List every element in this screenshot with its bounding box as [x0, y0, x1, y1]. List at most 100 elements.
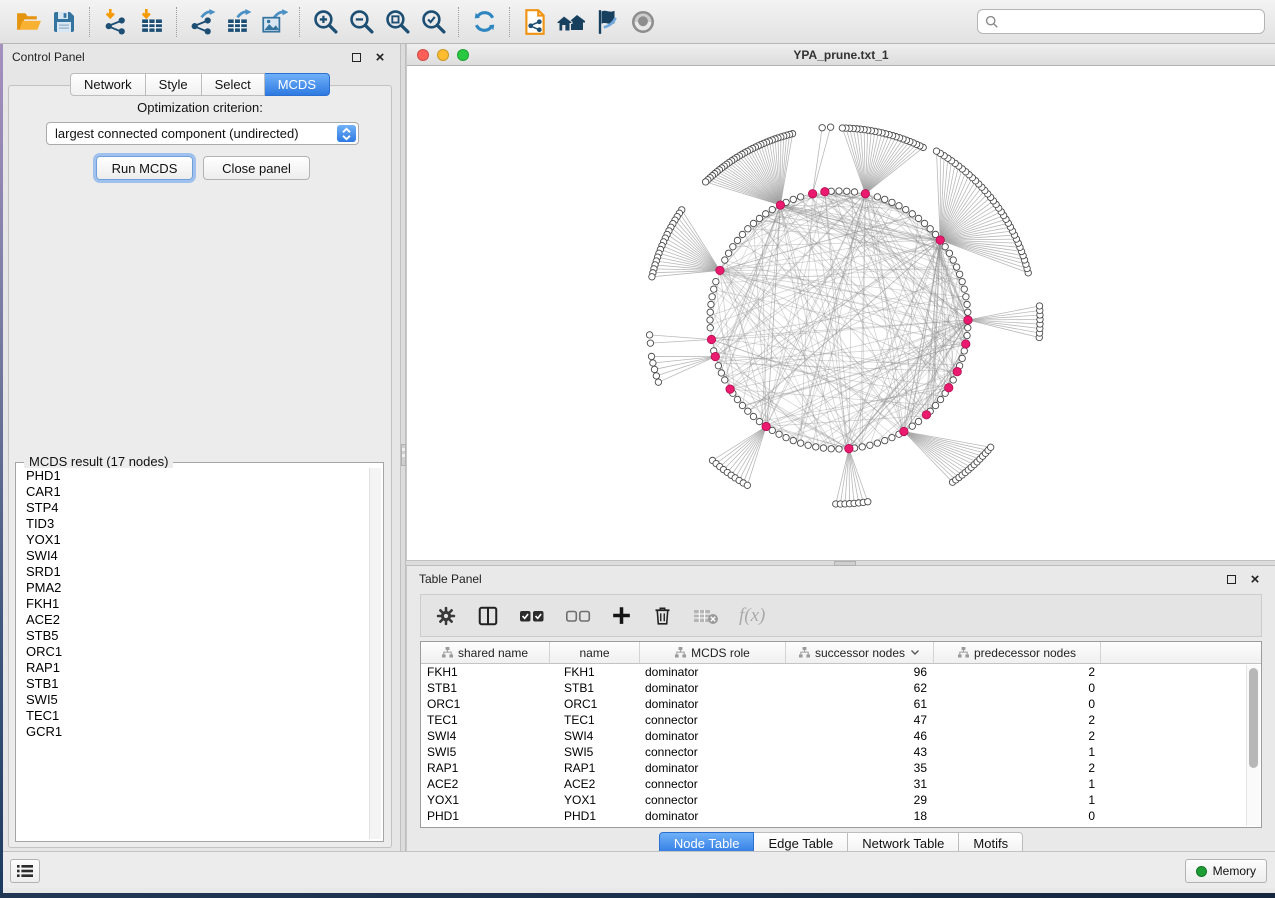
- mcds-result-item[interactable]: STP4: [18, 500, 369, 516]
- mcds-result-item[interactable]: CAR1: [18, 484, 369, 500]
- search-input[interactable]: [1004, 14, 1257, 30]
- mcds-result-item[interactable]: RAP1: [18, 660, 369, 676]
- mcds-result-item[interactable]: STB5: [18, 628, 369, 644]
- plus-icon: [611, 605, 632, 626]
- table-row[interactable]: TEC1TEC1connector472: [421, 712, 1261, 728]
- deselect-all-button[interactable]: [565, 607, 591, 625]
- tree-icon: [958, 647, 969, 658]
- mcds-result-item[interactable]: ACE2: [18, 612, 369, 628]
- toolbar-separator: [176, 7, 177, 37]
- mcds-result-item[interactable]: SWI4: [18, 548, 369, 564]
- import-table-button[interactable]: [133, 4, 169, 40]
- cell-shared-name: FKH1: [421, 664, 550, 680]
- close-table-panel-button[interactable]: ×: [1247, 571, 1263, 587]
- eye-button[interactable]: [625, 4, 661, 40]
- maximize-window-icon[interactable]: [457, 49, 469, 61]
- function-builder-button[interactable]: f(x): [739, 605, 765, 627]
- export-image-button[interactable]: [256, 4, 292, 40]
- network-document-button[interactable]: [517, 4, 553, 40]
- float-table-panel-button[interactable]: [1223, 571, 1239, 587]
- cell-predecessor-nodes: 2: [934, 728, 1101, 744]
- column-header-MCDS-role[interactable]: MCDS role: [640, 642, 786, 663]
- mcds-result-item[interactable]: SRD1: [18, 564, 369, 580]
- cell-successor-nodes: 35: [786, 760, 934, 776]
- column-header-name[interactable]: name: [550, 642, 640, 663]
- table-row[interactable]: RAP1RAP1dominator352: [421, 760, 1261, 776]
- table-row[interactable]: SWI4SWI4dominator462: [421, 728, 1261, 744]
- export-table-button[interactable]: [220, 4, 256, 40]
- global-search-field[interactable]: [977, 9, 1265, 34]
- float-panel-button[interactable]: [348, 49, 364, 65]
- splitter-grip[interactable]: [401, 444, 406, 466]
- save-session-button[interactable]: [46, 4, 82, 40]
- mcds-result-item[interactable]: YOX1: [18, 532, 369, 548]
- cell-MCDS-role: dominator: [640, 664, 786, 680]
- mcds-result-item[interactable]: STB1: [18, 676, 369, 692]
- cell-successor-nodes: 29: [786, 792, 934, 808]
- tab-style[interactable]: Style: [146, 73, 202, 96]
- memory-button[interactable]: Memory: [1185, 859, 1267, 883]
- table-row[interactable]: SWI5SWI5connector431: [421, 744, 1261, 760]
- export-network-icon: [189, 8, 216, 35]
- tab-mcds[interactable]: MCDS: [265, 73, 330, 96]
- import-network-button[interactable]: [97, 4, 133, 40]
- network-graph[interactable]: [407, 66, 1275, 560]
- flag-icon: [593, 8, 621, 36]
- close-window-icon[interactable]: [417, 49, 429, 61]
- mcds-result-item[interactable]: ORC1: [18, 644, 369, 660]
- gear-icon: [435, 605, 457, 627]
- column-header-shared-name[interactable]: shared name: [421, 642, 550, 663]
- table-row[interactable]: ACE2ACE2connector311: [421, 776, 1261, 792]
- delete-table-button[interactable]: [693, 606, 719, 626]
- minimize-window-icon[interactable]: [437, 49, 449, 61]
- flag-button[interactable]: [589, 4, 625, 40]
- cell-predecessor-nodes: 1: [934, 776, 1101, 792]
- cell-predecessor-nodes: 1: [934, 744, 1101, 760]
- tab-network[interactable]: Network: [70, 73, 146, 96]
- right-column: YPA_prune.txt_1 Table Panel ×: [406, 44, 1275, 856]
- mcds-result-item[interactable]: TID3: [18, 516, 369, 532]
- show-columns-button[interactable]: [477, 605, 499, 627]
- column-header-successor-nodes[interactable]: successor nodes: [786, 642, 934, 663]
- mcds-result-item[interactable]: SWI5: [18, 692, 369, 708]
- network-window-titlebar[interactable]: YPA_prune.txt_1: [407, 44, 1275, 66]
- table-row[interactable]: FKH1FKH1dominator962: [421, 664, 1261, 680]
- column-header-predecessor-nodes[interactable]: predecessor nodes: [934, 642, 1101, 663]
- mcds-result-item[interactable]: TEC1: [18, 708, 369, 724]
- network-canvas[interactable]: [407, 66, 1275, 560]
- criterion-select[interactable]: largest connected component (undirected): [46, 122, 359, 145]
- cell-shared-name: SWI4: [421, 728, 550, 744]
- close-panel-button-mcds[interactable]: Close panel: [203, 156, 310, 180]
- zoom-fit-button[interactable]: [379, 4, 415, 40]
- table-row[interactable]: STB1STB1dominator620: [421, 680, 1261, 696]
- list-icon: [17, 864, 33, 878]
- refresh-button[interactable]: [466, 4, 502, 40]
- zoom-out-button[interactable]: [343, 4, 379, 40]
- mcds-result-item[interactable]: PHD1: [18, 468, 369, 484]
- open-file-button[interactable]: [10, 4, 46, 40]
- zoom-selected-button[interactable]: [415, 4, 451, 40]
- task-history-button[interactable]: [10, 859, 40, 883]
- toolbar-separator: [458, 7, 459, 37]
- select-all-button[interactable]: [519, 607, 545, 625]
- scrollbar-thumb[interactable]: [1249, 668, 1258, 768]
- mcds-result-item[interactable]: GCR1: [18, 724, 369, 740]
- zoom-in-button[interactable]: [307, 4, 343, 40]
- mcds-result-item[interactable]: PMA2: [18, 580, 369, 596]
- table-scrollbar[interactable]: [1246, 665, 1260, 826]
- table-row[interactable]: PHD1PHD1dominator180: [421, 808, 1261, 824]
- add-column-button[interactable]: [611, 605, 632, 626]
- delete-column-button[interactable]: [652, 605, 673, 626]
- run-mcds-button[interactable]: Run MCDS: [96, 156, 193, 180]
- houses-button[interactable]: [553, 4, 589, 40]
- tab-select[interactable]: Select: [202, 73, 265, 96]
- table-row[interactable]: YOX1YOX1connector291: [421, 792, 1261, 808]
- export-network-button[interactable]: [184, 4, 220, 40]
- table-settings-button[interactable]: [435, 605, 457, 627]
- table-row[interactable]: ORC1ORC1dominator610: [421, 696, 1261, 712]
- mcds-result-list[interactable]: PHD1CAR1STP4TID3YOX1SWI4SRD1PMA2FKH1ACE2…: [18, 468, 369, 839]
- mcds-list-scrollbar[interactable]: [369, 468, 381, 839]
- close-panel-button[interactable]: ×: [372, 49, 388, 65]
- mcds-result-item[interactable]: FKH1: [18, 596, 369, 612]
- status-bar: Memory: [0, 851, 1275, 888]
